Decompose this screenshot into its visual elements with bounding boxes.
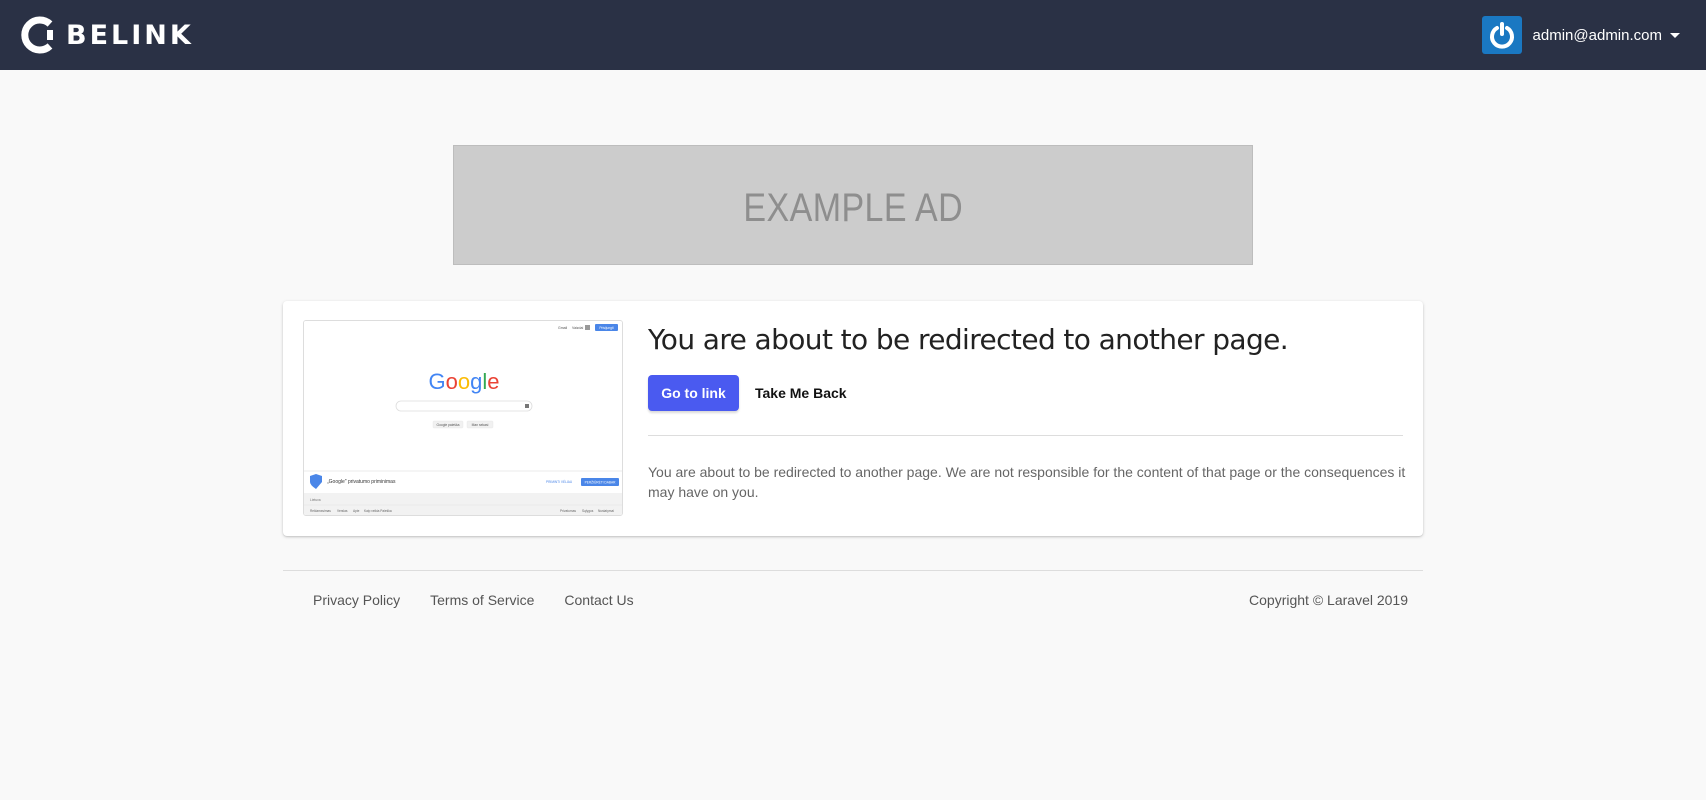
ad-banner[interactable]: EXAMPLE AD (453, 145, 1253, 265)
preview-footer-link: Reklamavimas (310, 509, 331, 513)
footer-link-privacy[interactable]: Privacy Policy (313, 592, 400, 608)
power-icon (1489, 22, 1514, 49)
take-me-back-button[interactable]: Take Me Back (755, 375, 847, 411)
preview-top-link: Vaizdai (572, 326, 583, 330)
preview-review-label: PERŽIŪRĖTI DABAR (585, 480, 617, 485)
avatar (1481, 16, 1522, 54)
preview-google-logo: Google (428, 369, 499, 394)
copyright-text: Copyright © Laravel 2019 (1249, 592, 1408, 608)
belink-logo-icon (21, 16, 53, 54)
footer-divider (283, 570, 1423, 571)
preview-country: Lietuva (310, 498, 321, 502)
preview-search-box (395, 400, 533, 412)
go-to-link-button[interactable]: Go to link (648, 375, 739, 411)
preview-top-link: Gmail (558, 326, 567, 330)
preview-lucky-button: Man sekasi (472, 423, 489, 427)
link-preview-thumbnail: Gmail Vaizdai Prisijungti Google Google … (303, 320, 623, 516)
preview-footer-link: Privatumas (560, 509, 576, 513)
ad-text: EXAMPLE AD (743, 185, 963, 230)
redirect-message: You are about to be redirected to anothe… (648, 464, 1406, 500)
divider (648, 435, 1403, 436)
page-screenshot: Gmail Vaizdai Prisijungti Google Google … (304, 321, 622, 515)
top-navbar: BELINK admin@admin.com (0, 0, 1706, 70)
redirect-title: You are about to be redirected to anothe… (648, 323, 1289, 356)
preview-footer-link: Nustatymai (598, 509, 614, 513)
apps-grid-icon (585, 325, 590, 330)
preview-footer-link: Sąlygos (582, 509, 594, 513)
preview-footer-link: Verslas (337, 509, 348, 513)
preview-footer-link: Kaip veikia Paieška (364, 509, 392, 513)
footer-link-contact[interactable]: Contact Us (564, 592, 633, 608)
preview-signin-label: Prisijungti (599, 326, 614, 330)
brand-name: BELINK (66, 19, 194, 51)
chevron-down-icon (1670, 32, 1680, 38)
redirect-card: Gmail Vaizdai Prisijungti Google Google … (283, 301, 1423, 536)
preview-remind-later: PRIMINTI VĖLIAU (546, 479, 573, 484)
keyboard-icon (525, 404, 529, 408)
preview-footer-link: Apie (353, 509, 360, 513)
preview-search-button: Google paieška (437, 423, 460, 427)
user-email: admin@admin.com (1532, 26, 1662, 44)
footer-link-terms[interactable]: Terms of Service (430, 592, 534, 608)
brand-logo[interactable]: BELINK (20, 16, 194, 54)
footer-links: Privacy Policy Terms of Service Contact … (313, 592, 664, 608)
user-menu[interactable]: admin@admin.com (1481, 16, 1680, 54)
preview-privacy-text: „Google" privatumo priminimas (327, 479, 396, 485)
